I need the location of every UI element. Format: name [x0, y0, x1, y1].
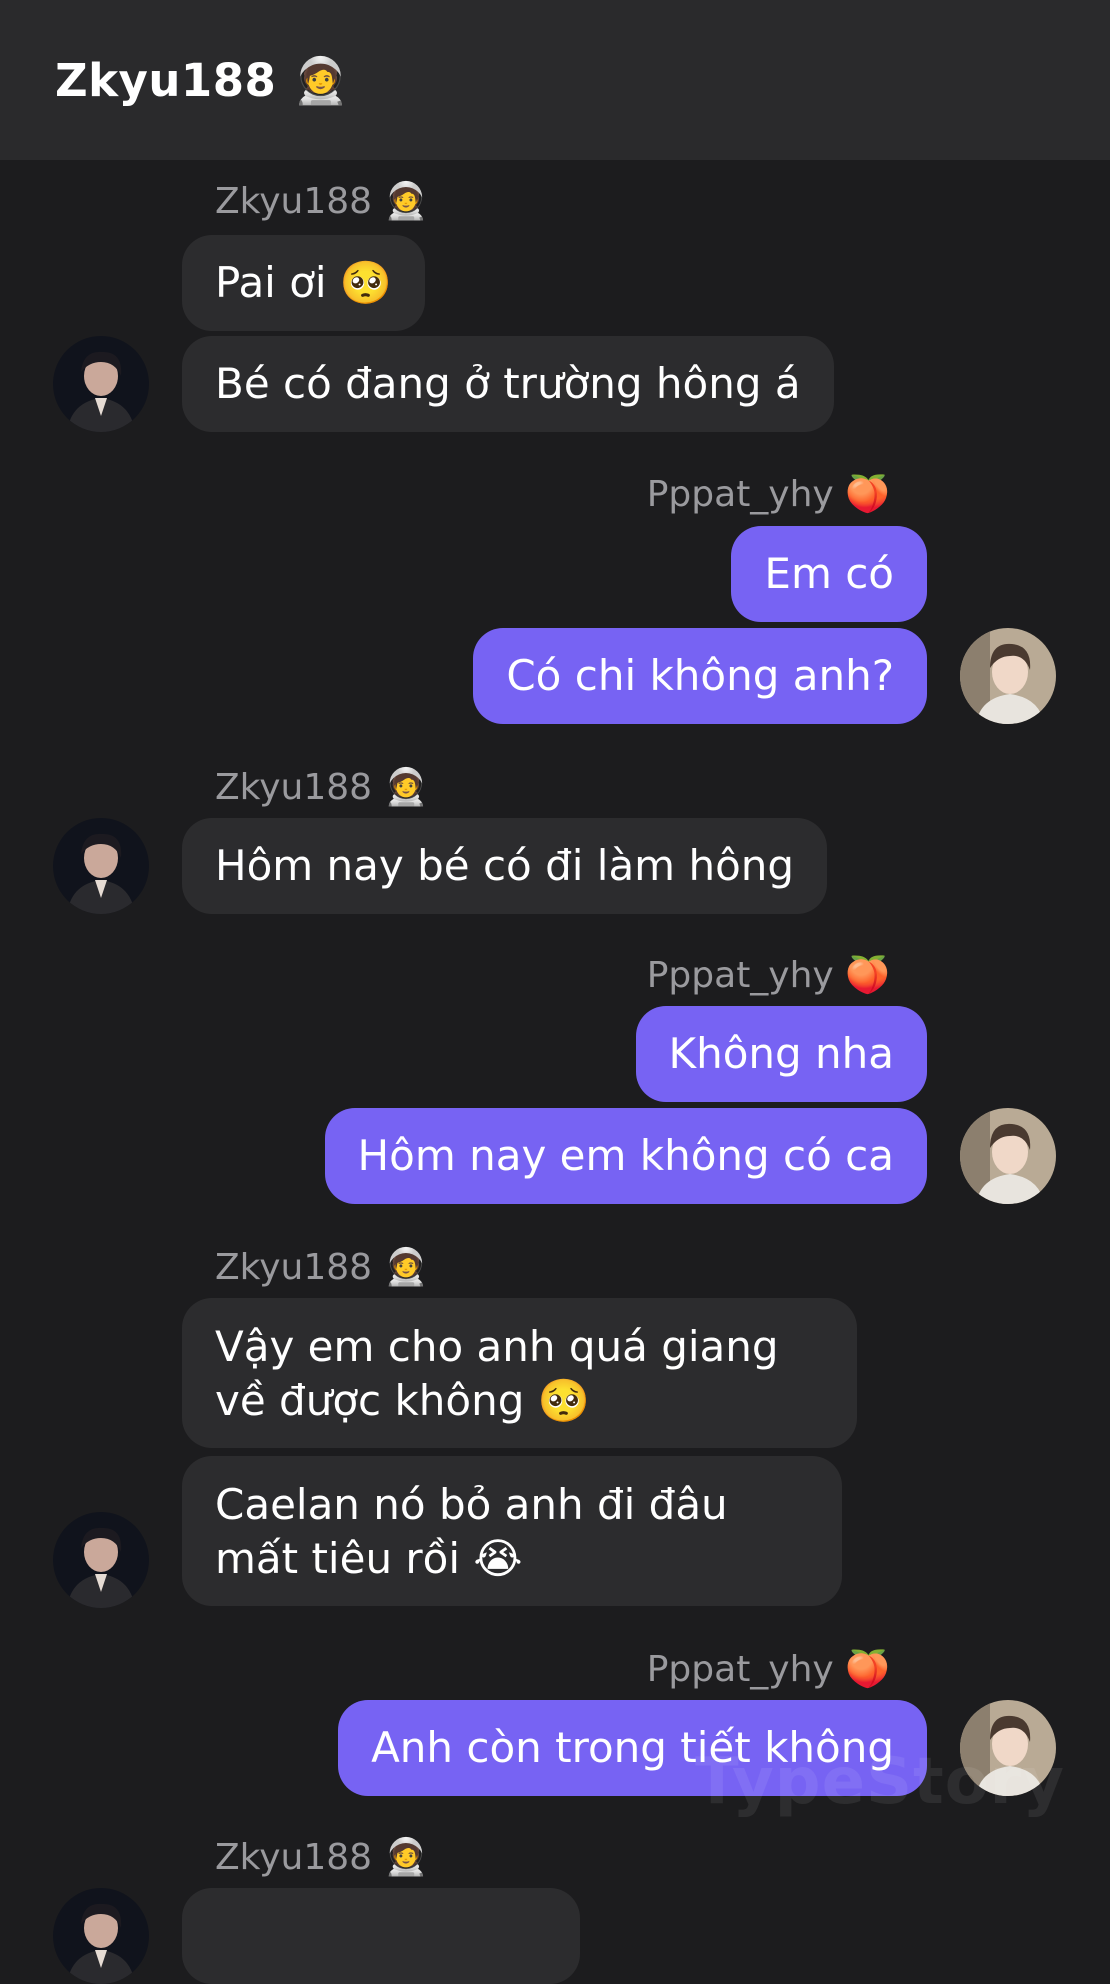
- message-bubble-incoming[interactable]: Pai ơi 🥺: [182, 235, 426, 331]
- message-bubble-outgoing[interactable]: Em có: [731, 526, 927, 622]
- avatar-image: [53, 818, 149, 914]
- sender-name: Pppat_yhy 🍑: [646, 955, 890, 996]
- sender-name: Zkyu188 🧑‍🚀: [215, 1837, 429, 1878]
- message-bubble-incoming[interactable]: [182, 1888, 580, 1984]
- avatar-image: [53, 1888, 149, 1984]
- avatar-image: [960, 1108, 1056, 1204]
- sender-name: Zkyu188 🧑‍🚀: [215, 767, 429, 808]
- avatar-pppat-yhy[interactable]: [960, 1108, 1056, 1204]
- message-bubble-outgoing[interactable]: Hôm nay em không có ca: [324, 1108, 927, 1204]
- sender-name: Pppat_yhy 🍑: [646, 1649, 890, 1690]
- sender-name: Zkyu188 🧑‍🚀: [215, 1247, 429, 1288]
- avatar-zkyu188[interactable]: [53, 1888, 149, 1984]
- avatar-zkyu188[interactable]: [53, 818, 149, 914]
- sender-name: Pppat_yhy 🍑: [646, 474, 890, 515]
- message-bubble-incoming[interactable]: Caelan nó bỏ anh đi đâu mất tiêu rồi 😭: [182, 1456, 842, 1606]
- avatar-pppat-yhy[interactable]: [960, 628, 1056, 724]
- message-bubble-incoming[interactable]: Vậy em cho anh quá giang về được không 🥺: [182, 1298, 857, 1448]
- message-list[interactable]: Zkyu188 🧑‍🚀 Pai ơi 🥺 Bé có đang ở trường…: [0, 160, 1110, 1984]
- message-bubble-incoming[interactable]: Bé có đang ở trường hông á: [182, 336, 834, 432]
- avatar-image: [960, 628, 1056, 724]
- message-bubble-outgoing[interactable]: Có chi không anh?: [473, 628, 927, 724]
- message-bubble-incoming[interactable]: Hôm nay bé có đi làm hông: [182, 818, 828, 914]
- avatar-zkyu188[interactable]: [53, 1512, 149, 1608]
- message-bubble-outgoing[interactable]: Không nha: [635, 1006, 927, 1102]
- avatar-image: [53, 1512, 149, 1608]
- sender-name: Zkyu188 🧑‍🚀: [215, 181, 429, 222]
- watermark: TypeStory: [695, 1745, 1065, 1819]
- avatar-image: [53, 336, 149, 432]
- chat-header: Zkyu188 🧑‍🚀: [0, 0, 1110, 160]
- avatar-zkyu188[interactable]: [53, 336, 149, 432]
- chat-title: Zkyu188 🧑‍🚀: [55, 53, 350, 107]
